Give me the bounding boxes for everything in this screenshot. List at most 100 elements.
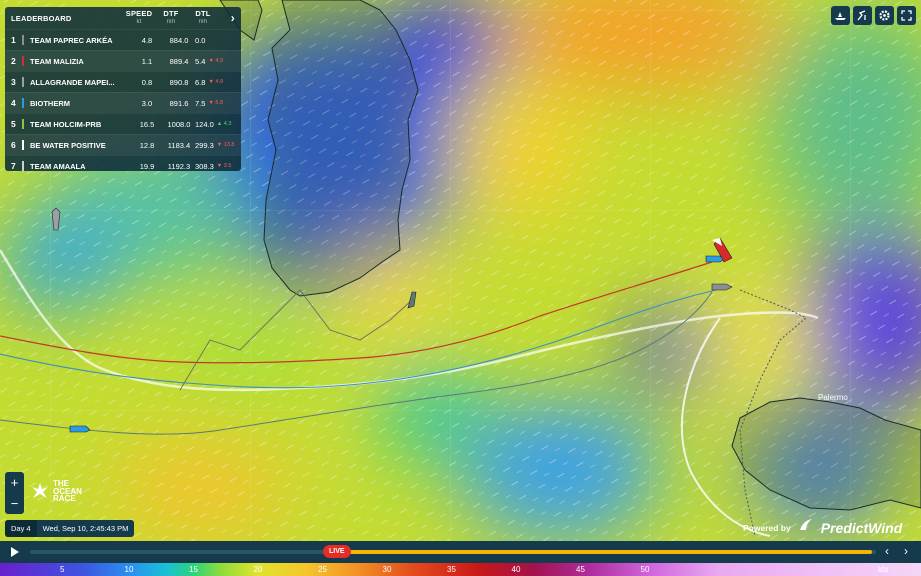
leaderboard-row[interactable]: 6 BE WATER POSITIVE 12.8 1183.4 299.3 ▼ 13.8 — [5, 134, 241, 155]
timeline-progress — [334, 550, 872, 554]
dtf-value: 1008.0 — [167, 119, 191, 129]
predictwind-brand: PredictWind — [820, 519, 903, 536]
team-color-bar — [22, 35, 24, 45]
chevron-right-icon[interactable]: › — [904, 544, 908, 558]
zoom-control: + − — [5, 472, 24, 514]
dtl-value: 7.5 — [195, 98, 206, 108]
dtf-value: 891.6 — [169, 98, 189, 108]
rank: 6 — [11, 140, 16, 150]
team-name: TEAM MALIZIA — [30, 56, 84, 66]
scale-tick: 20 — [253, 565, 263, 574]
col-dtl: DTL nm — [195, 9, 211, 26]
fullscreen-icon[interactable] — [897, 6, 916, 25]
speed-value: 4.8 — [141, 35, 153, 45]
team-name: BE WATER POSITIVE — [30, 140, 106, 150]
scale-tick: 30 — [382, 565, 392, 574]
powered-by-label: Powered by — [743, 522, 791, 533]
speed-value: 19.9 — [139, 161, 155, 171]
leaderboard-row[interactable]: 5 TEAM HOLCIM-PRB 16.5 1008.0 124.0 ▲ 4.3 — [5, 113, 241, 134]
dtl-value: 5.4 — [195, 56, 206, 66]
team-name: TEAM PAPREC ARKÉA — [30, 35, 113, 45]
leaderboard-row[interactable]: 7 TEAM AMAALA 19.9 1192.3 308.3 ▼ 3.5 — [5, 155, 241, 176]
dtl-value: 124.0 — [195, 119, 214, 129]
dtl-value: 308.3 — [195, 161, 214, 171]
rank: 1 — [11, 35, 16, 45]
speed-value: 16.5 — [139, 119, 155, 129]
rank: 2 — [11, 56, 16, 66]
time-display: Day 4 Wed, Sep 10, 2:45:43 PM — [5, 520, 135, 537]
settings-icon[interactable] — [875, 6, 894, 25]
predictwind-logo-icon — [799, 518, 813, 537]
dtf-value: 1183.4 — [167, 140, 191, 150]
leaderboard-row[interactable]: 4 BIOTHERM 3.0 891.6 7.5 ▼ 5.8 — [5, 92, 241, 113]
place-label-palermo: Palermo — [818, 393, 848, 402]
powered-by: Powered by PredictWind — [743, 518, 902, 537]
dtf-value: 889.4 — [169, 56, 189, 66]
chevron-right-icon[interactable]: › — [219, 11, 235, 25]
live-button[interactable]: LIVE — [323, 545, 351, 558]
scale-tick: 45 — [576, 565, 585, 574]
leaderboard-panel: LEADERBOARD SPEED kt DTF nm DTL nm › 1 TEAM … — [5, 7, 241, 171]
ocean-race-emblem-icon — [32, 483, 48, 499]
boat-icon[interactable] — [831, 6, 850, 25]
team-name: TEAM HOLCIM-PRB — [30, 119, 102, 129]
speed-value: 12.8 — [139, 140, 155, 150]
route-icon[interactable] — [853, 6, 872, 25]
scale-unit: kts — [878, 565, 889, 574]
team-name: TEAM AMAALA — [30, 161, 86, 171]
team-color-bar — [22, 161, 24, 171]
rank: 7 — [11, 161, 16, 171]
leaderboard-header: LEADERBOARD SPEED kt DTF nm DTL nm › — [5, 7, 241, 29]
boat-be-water-positive — [69, 425, 91, 433]
col-dtf: DTF nm — [163, 9, 179, 26]
speed-value: 3.0 — [141, 98, 153, 108]
dtf-value: 890.8 — [169, 77, 189, 87]
speed-value: 0.8 — [141, 77, 153, 87]
zoom-in-button[interactable]: + — [11, 475, 19, 490]
zoom-out-button[interactable]: − — [11, 496, 19, 511]
timeline-bar: LIVE ‹ › — [0, 541, 921, 563]
leaderboard-title: LEADERBOARD — [11, 13, 72, 23]
leaderboard-row[interactable]: 2 TEAM MALIZIA 1.1 889.4 5.4 ▼ 4.9 — [5, 50, 241, 71]
dtl-value: 299.3 — [195, 140, 214, 150]
team-color-bar — [22, 77, 24, 87]
dtl-change: ▼ 5.8 — [208, 100, 224, 106]
dtf-value: 1192.3 — [167, 161, 191, 171]
rank: 5 — [11, 119, 16, 129]
dtf-value: 884.0 — [169, 35, 189, 45]
dtl-value: 0.0 — [195, 35, 206, 45]
dtl-change: ▼ 4.9 — [208, 79, 224, 85]
leaderboard-rows: 1 TEAM PAPREC ARKÉA 4.8 884.0 0.0 2 TEAM MALI… — [5, 29, 241, 176]
col-speed: SPEED kt — [125, 9, 153, 26]
leaderboard-row[interactable]: 3 ALLAGRANDE MAPEI... 0.8 890.8 6.8 ▼ 4.9 — [5, 71, 241, 92]
dtl-change: ▲ 4.3 — [216, 121, 232, 127]
team-color-bar — [22, 56, 24, 66]
chevron-left-icon[interactable]: ‹ — [885, 544, 889, 558]
wind-speed-scale: 5 10 15 20 25 30 35 40 45 50 kts — [0, 563, 921, 576]
dtl-change: ▼ 4.9 — [208, 58, 224, 64]
scale-tick: 10 — [124, 565, 134, 574]
scale-tick: 15 — [189, 565, 198, 574]
leaderboard-row[interactable]: 1 TEAM PAPREC ARKÉA 4.8 884.0 0.0 — [5, 29, 241, 50]
scale-tick: 50 — [640, 565, 650, 574]
ocean-race-logo: THE OCEAN RACE — [30, 480, 82, 503]
scale-tick: 5 — [60, 565, 65, 574]
rank: 4 — [11, 98, 16, 108]
speed-value: 1.1 — [141, 56, 153, 66]
team-color-bar — [22, 119, 24, 129]
team-color-bar — [22, 140, 24, 150]
dtl-change: ▼ 13.8 — [216, 142, 235, 148]
map-toolbar — [831, 6, 916, 25]
dtl-value: 6.8 — [195, 77, 206, 87]
day-label: Day 4 — [5, 520, 37, 537]
rank: 3 — [11, 77, 16, 87]
dtl-change: ▼ 3.5 — [216, 163, 232, 169]
play-icon[interactable] — [7, 545, 21, 559]
scale-tick: 25 — [318, 565, 327, 574]
team-name: ALLAGRANDE MAPEI... — [30, 77, 115, 87]
team-name: BIOTHERM — [30, 98, 70, 108]
datetime-label: Wed, Sep 10, 2:45:43 PM — [42, 524, 129, 533]
team-color-bar — [22, 98, 24, 108]
timeline-track[interactable] — [30, 550, 876, 554]
scale-tick: 35 — [447, 565, 456, 574]
